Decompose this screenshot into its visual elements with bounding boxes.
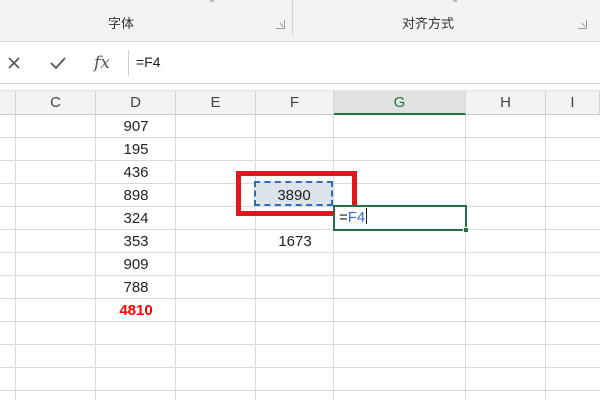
alignment-group-label: 对齐方式 bbox=[402, 17, 455, 32]
fill-handle[interactable] bbox=[463, 227, 469, 233]
column-header-i[interactable]: I bbox=[546, 91, 600, 115]
ribbon-group-bar: 字体 对齐方式 bbox=[0, 0, 600, 42]
cell-formula-text: =F4 bbox=[339, 208, 368, 227]
gridline bbox=[0, 321, 600, 322]
alignment-dialog-launcher-icon[interactable] bbox=[578, 20, 587, 29]
text-caret bbox=[366, 208, 368, 224]
cell-d-value[interactable]: 898 bbox=[96, 184, 176, 207]
gridline bbox=[333, 115, 334, 400]
cancel-button[interactable] bbox=[2, 51, 26, 75]
formula-bar: fx =F4 bbox=[0, 42, 600, 84]
gridline bbox=[0, 160, 600, 161]
column-header-g[interactable]: G bbox=[334, 91, 466, 115]
ribbon-tick bbox=[453, 0, 457, 2]
column-header-f[interactable]: F bbox=[256, 91, 334, 115]
column-header-h[interactable]: H bbox=[466, 91, 546, 115]
cell-d-value[interactable]: 324 bbox=[96, 207, 176, 230]
cell-d-value[interactable]: 788 bbox=[96, 276, 176, 299]
cell-f-value[interactable]: 1673 bbox=[256, 230, 334, 253]
formula-input[interactable]: =F4 bbox=[136, 54, 161, 70]
insert-function-button[interactable]: fx bbox=[90, 51, 114, 75]
ribbon-tick bbox=[210, 0, 214, 2]
cell-d-total[interactable]: 4810 bbox=[96, 299, 176, 322]
gridline bbox=[545, 115, 546, 400]
gridline bbox=[0, 137, 600, 138]
close-icon bbox=[8, 57, 20, 69]
worksheet-grid[interactable]: 907 195 436 898 324 353 909 788 4810 389… bbox=[0, 115, 600, 400]
formula-equals: = bbox=[339, 209, 348, 226]
check-icon bbox=[50, 57, 66, 70]
cell-d-value[interactable]: 907 bbox=[96, 115, 176, 138]
gridline bbox=[465, 115, 466, 400]
cell-d-value[interactable]: 353 bbox=[96, 230, 176, 253]
cell-d-value[interactable]: 436 bbox=[96, 161, 176, 184]
font-dialog-launcher-icon[interactable] bbox=[276, 20, 285, 29]
row-header-corner[interactable] bbox=[0, 91, 16, 115]
gridline bbox=[15, 115, 16, 400]
gridline bbox=[0, 390, 600, 391]
gridline bbox=[0, 344, 600, 345]
gridline bbox=[255, 115, 256, 400]
ribbon-separator bbox=[292, 0, 293, 36]
column-header-row: C D E F G H I bbox=[0, 90, 600, 115]
column-header-d[interactable]: D bbox=[96, 91, 176, 115]
formula-bar-divider bbox=[128, 50, 129, 76]
font-group-label: 字体 bbox=[108, 17, 135, 32]
cell-d-value[interactable]: 195 bbox=[96, 138, 176, 161]
gridline bbox=[0, 275, 600, 276]
gridline bbox=[0, 367, 600, 368]
cell-d-value[interactable]: 909 bbox=[96, 253, 176, 276]
enter-button[interactable] bbox=[46, 51, 70, 75]
formula-reference: F4 bbox=[347, 209, 366, 226]
column-header-c[interactable]: C bbox=[16, 91, 96, 115]
active-cell-editor[interactable]: =F4 bbox=[333, 205, 469, 233]
gridline bbox=[0, 298, 600, 299]
column-header-e[interactable]: E bbox=[176, 91, 256, 115]
